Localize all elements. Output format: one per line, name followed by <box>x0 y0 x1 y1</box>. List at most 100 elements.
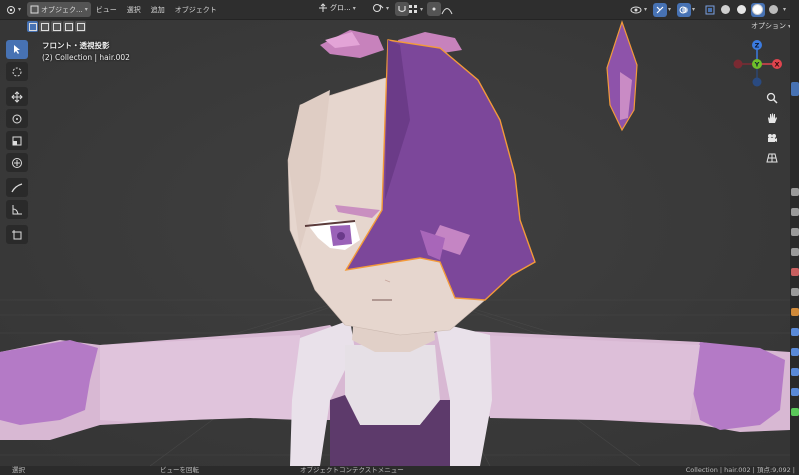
render-properties-icon[interactable] <box>791 208 799 216</box>
status-bar: 選択 ビューを回転 オブジェクトコンテクストメニュー Collection | … <box>0 466 799 475</box>
gizmo-y-label: Y <box>754 61 760 69</box>
properties-edge-strip <box>790 0 799 475</box>
shading-material-icon <box>737 5 747 14</box>
scale-icon <box>12 136 22 145</box>
outliner-edge-tab[interactable] <box>791 82 799 96</box>
viewport-header: ▾ オブジェク... ▾ ビュー 選択 追加 オブジェクト グロ... ▾ ▾ … <box>0 0 790 20</box>
viewport-info: フロント・透視投影 (2) Collection | hair.002 <box>42 40 130 64</box>
xray-icon <box>705 5 715 14</box>
snap-button[interactable] <box>395 2 409 16</box>
tool-properties-icon[interactable] <box>791 188 799 196</box>
output-properties-icon[interactable] <box>791 228 799 236</box>
view-name: フロント・透視投影 <box>42 41 110 50</box>
transform-icon <box>12 157 22 168</box>
grid-icon <box>766 153 778 163</box>
menu-select[interactable]: 選択 <box>122 5 146 15</box>
tool-add-cube[interactable] <box>6 225 28 244</box>
camera-icon <box>768 134 777 142</box>
collection-info: (2) Collection | hair.002 <box>42 53 130 62</box>
navigation-buttons <box>762 88 784 168</box>
status-scene-stats: Collection | hair.002 | 頂点:9,092 | <box>685 466 795 474</box>
status-context-menu: オブジェクトコンテクストメニュー <box>300 466 404 474</box>
modifier-properties-icon[interactable] <box>791 328 799 336</box>
transform-orientation-dropdown[interactable]: グロ... ▾ <box>318 3 356 13</box>
annotate-icon <box>11 182 23 192</box>
gizmo-toggle-button[interactable] <box>652 2 667 17</box>
options-label: オプション <box>750 22 786 30</box>
viewport-scene[interactable] <box>0 19 790 466</box>
zoom-button[interactable] <box>762 88 782 108</box>
pan-button[interactable] <box>762 108 782 128</box>
status-rotate-view: ビューを回転 <box>160 466 199 474</box>
select-mode-subtract[interactable] <box>51 21 62 32</box>
gizmo-neg-x-axis[interactable] <box>733 59 743 69</box>
selection-mode-group <box>27 21 86 32</box>
snap-target-icon <box>409 5 417 13</box>
hand-icon <box>768 113 777 123</box>
shading-render-icon <box>769 5 779 14</box>
gizmo-x-label: X <box>774 61 779 69</box>
orientation-label: グロ... <box>330 4 351 12</box>
proportional-icon <box>432 7 436 11</box>
perspective-toggle-button[interactable] <box>762 148 782 168</box>
tool-scale[interactable] <box>6 131 28 150</box>
menu-view[interactable]: ビュー <box>91 5 122 15</box>
tool-move[interactable] <box>6 87 28 106</box>
view-layer-icon[interactable] <box>791 248 799 256</box>
shading-rendered-icon <box>752 4 764 15</box>
tool-cursor[interactable] <box>6 62 28 81</box>
pivot-icon <box>373 4 384 12</box>
gizmo-z-label: Z <box>755 42 760 50</box>
world-properties-icon[interactable] <box>791 288 799 296</box>
measure-icon <box>12 204 22 214</box>
move-icon <box>11 90 23 103</box>
rotate-icon <box>12 114 22 123</box>
object-properties-icon[interactable] <box>791 308 799 316</box>
tool-shelf <box>6 40 30 247</box>
snap-target-dropdown[interactable]: ▾ <box>408 4 423 14</box>
overlay-button[interactable] <box>676 2 691 17</box>
particles-properties-icon[interactable] <box>791 348 799 356</box>
shading-material-button[interactable] <box>735 3 749 17</box>
physics-properties-icon[interactable] <box>791 368 799 376</box>
zoom-icon <box>766 92 778 104</box>
tool-select-box[interactable] <box>6 40 28 59</box>
shading-solid-button[interactable] <box>750 2 765 17</box>
pivot-dropdown[interactable]: ▾ <box>372 3 389 13</box>
shading-wireframe-button[interactable] <box>719 3 733 17</box>
proportional-button[interactable] <box>427 2 441 16</box>
data-properties-icon[interactable] <box>791 408 799 416</box>
visibility-icon <box>630 6 642 13</box>
editor-type-icon <box>7 5 15 14</box>
snap-icon <box>398 6 406 13</box>
mode-label: オブジェク... <box>41 5 83 14</box>
xray-button[interactable] <box>703 3 717 17</box>
tool-transform[interactable] <box>6 153 28 172</box>
3d-cursor-icon <box>12 67 22 76</box>
shading-rendered-button[interactable] <box>767 3 781 17</box>
editor-type-button[interactable]: ▾ <box>6 2 21 17</box>
camera-view-button[interactable] <box>762 128 782 148</box>
blender-window: ▾ オブジェク... ▾ ビュー 選択 追加 オブジェクト グロ... ▾ ▾ … <box>0 0 799 475</box>
constraints-properties-icon[interactable] <box>791 388 799 396</box>
tool-measure[interactable] <box>6 200 28 219</box>
tool-rotate[interactable] <box>6 109 28 128</box>
transform-orientation-icon <box>319 3 327 12</box>
select-mode-invert[interactable] <box>63 21 74 32</box>
mode-dropdown[interactable]: オブジェク... ▾ <box>27 2 91 17</box>
shading-solid-icon <box>721 5 731 14</box>
scene-properties-icon[interactable] <box>791 268 799 276</box>
gizmo-toggle-icon <box>656 6 664 13</box>
options-dropdown[interactable]: オプション ▾ <box>751 21 791 31</box>
menu-object[interactable]: オブジェクト <box>170 5 222 15</box>
gizmo-neg-z-axis[interactable] <box>752 77 762 87</box>
visibility-dropdown[interactable]: ▾ <box>630 5 647 15</box>
select-mode-intersect[interactable] <box>75 21 86 32</box>
menu-add[interactable]: 追加 <box>146 5 170 15</box>
cursor-icon <box>14 45 20 54</box>
tool-annotate[interactable] <box>6 178 28 197</box>
select-mode-extend[interactable] <box>39 21 50 32</box>
falloff-icon[interactable] <box>441 5 453 15</box>
navigation-gizmo[interactable]: Z X Y <box>732 38 782 88</box>
select-mode-set[interactable] <box>27 21 38 32</box>
